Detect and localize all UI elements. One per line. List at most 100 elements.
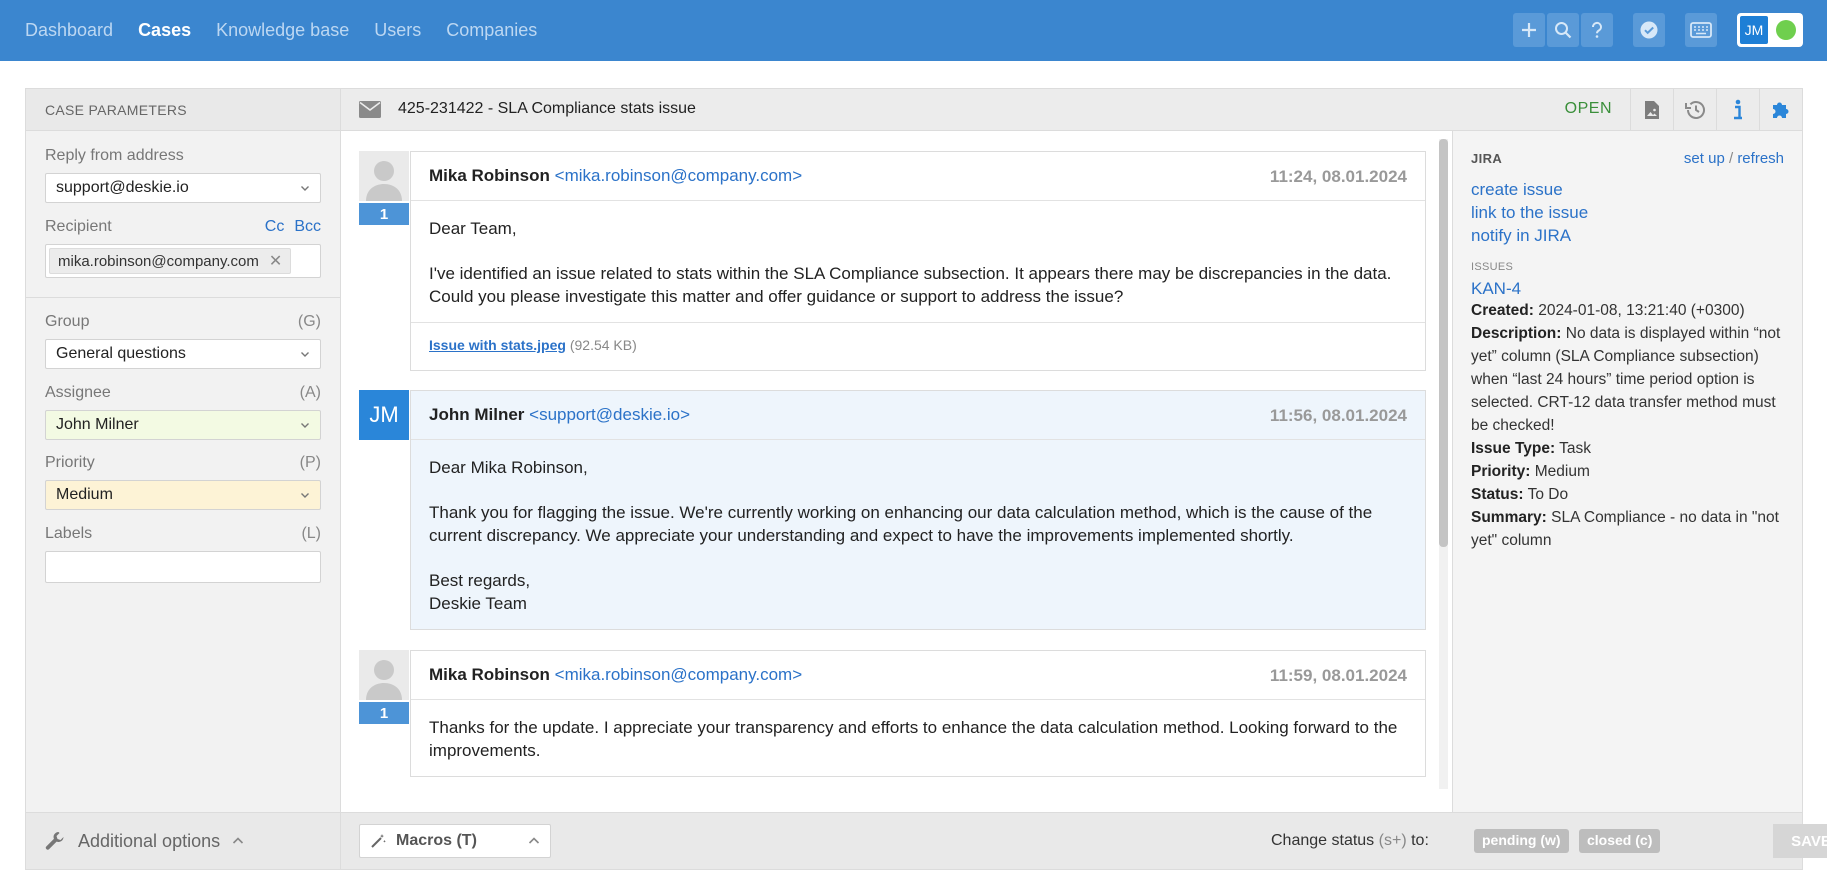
additional-options-toggle[interactable]: Additional options bbox=[26, 812, 340, 869]
attachment-link[interactable]: Issue with stats.jpeg bbox=[429, 337, 566, 353]
wrench-icon bbox=[45, 832, 64, 850]
case-panel: CASE PARAMETERS Reply from address suppo… bbox=[25, 88, 1827, 870]
nav-users[interactable]: Users bbox=[374, 20, 421, 41]
status-pending-button[interactable]: pending (w) bbox=[1474, 829, 1569, 853]
remove-recipient-icon[interactable]: ✕ bbox=[269, 251, 282, 271]
case-status[interactable]: OPEN bbox=[1565, 100, 1612, 118]
priority-value: Medium bbox=[56, 486, 113, 503]
document-image-icon bbox=[1645, 100, 1659, 119]
top-navigation-bar: Dashboard Cases Knowledge base Users Com… bbox=[0, 0, 1827, 61]
verified-button[interactable] bbox=[1633, 13, 1665, 47]
sender-avatar-box: 1 bbox=[359, 151, 409, 225]
magic-wand-icon bbox=[371, 834, 386, 848]
recipient-input[interactable]: mika.robinson@company.com ✕ bbox=[45, 244, 321, 278]
message-time: 11:56, 08.01.2024 bbox=[1269, 406, 1407, 425]
avatar bbox=[359, 151, 409, 201]
chevron-up-icon bbox=[528, 837, 540, 844]
sender-email[interactable]: <mika.robinson@company.com> bbox=[555, 665, 803, 684]
field-key: Priority: bbox=[1471, 463, 1531, 480]
issue-type: Issue Type: Task bbox=[1471, 437, 1784, 460]
case-title: 425-231422 - SLA Compliance stats issue bbox=[398, 100, 696, 117]
status-closed-button[interactable]: closed (c) bbox=[1579, 829, 1661, 853]
nav-knowledge-base[interactable]: Knowledge base bbox=[216, 20, 349, 41]
search-button[interactable] bbox=[1547, 13, 1579, 47]
message-card: Mika Robinson <mika.robinson@company.com… bbox=[410, 650, 1426, 777]
nav-companies[interactable]: Companies bbox=[446, 20, 537, 41]
issue-status: Status: To Do bbox=[1471, 483, 1784, 506]
link-issue-link[interactable]: link to the issue bbox=[1471, 201, 1784, 224]
issue-key-link[interactable]: KAN-4 bbox=[1471, 279, 1784, 299]
priority-select[interactable]: Medium bbox=[45, 480, 321, 510]
case-footer: Macros (T) Change status (s+) to: pendin… bbox=[341, 812, 1827, 869]
envelope-icon bbox=[359, 101, 381, 118]
notify-jira-link[interactable]: notify in JIRA bbox=[1471, 224, 1784, 247]
jira-panel: JIRA set up / refresh create issue link … bbox=[1452, 131, 1802, 812]
jira-refresh-link[interactable]: refresh bbox=[1737, 150, 1784, 167]
message-thread[interactable]: 1 Mika Robinson <mika.robinson@company.c… bbox=[341, 131, 1452, 812]
history-button[interactable] bbox=[1673, 89, 1716, 130]
additional-options-label: Additional options bbox=[78, 830, 221, 851]
message-thread-scrollbar[interactable] bbox=[1439, 139, 1448, 789]
scrollbar-thumb[interactable] bbox=[1439, 139, 1448, 547]
field-key: Status: bbox=[1471, 486, 1524, 503]
priority-field: Priority (P) Medium bbox=[45, 454, 321, 510]
avatar bbox=[359, 650, 409, 700]
sender-email[interactable]: <support@deskie.io> bbox=[529, 405, 690, 424]
keyboard-shortcuts-button[interactable] bbox=[1685, 13, 1717, 47]
create-issue-link[interactable]: create issue bbox=[1471, 178, 1784, 201]
bcc-link[interactable]: Bcc bbox=[294, 218, 321, 235]
recipient-label: Recipient bbox=[45, 218, 112, 235]
assignee-label: Assignee bbox=[45, 384, 111, 401]
message-paragraph: Thank you for flagging the issue. We're … bbox=[429, 503, 1373, 545]
help-button[interactable] bbox=[1581, 13, 1613, 47]
assignee-select[interactable]: John Milner bbox=[45, 410, 321, 440]
jira-title: JIRA bbox=[1471, 151, 1503, 166]
cc-link[interactable]: Cc bbox=[265, 218, 285, 235]
create-button[interactable] bbox=[1513, 13, 1545, 47]
message-paragraph: Dear Team, bbox=[429, 219, 517, 238]
priority-label: Priority bbox=[45, 454, 95, 471]
nav-dashboard[interactable]: Dashboard bbox=[25, 20, 113, 41]
sender-name: John Milner bbox=[429, 405, 525, 424]
history-icon bbox=[1685, 100, 1705, 119]
recipient-field: Recipient Cc Bcc mika.robinson@company.co… bbox=[45, 218, 321, 278]
save-button[interactable]: SAVE bbox=[1773, 824, 1827, 858]
pdf-export-button[interactable] bbox=[1630, 89, 1673, 130]
macros-label: Macros (T) bbox=[396, 832, 477, 849]
sender-name: Mika Robinson bbox=[429, 665, 550, 684]
message-time: 11:59, 08.01.2024 bbox=[1269, 666, 1407, 685]
case-parameters-sidebar: CASE PARAMETERS Reply from address suppo… bbox=[26, 89, 341, 869]
keyboard-icon bbox=[1690, 22, 1712, 38]
integrations-button[interactable] bbox=[1759, 89, 1802, 130]
sender-email[interactable]: <mika.robinson@company.com> bbox=[555, 166, 803, 185]
assignee-value: John Milner bbox=[56, 416, 139, 433]
field-key: Description: bbox=[1471, 325, 1562, 342]
labels-hotkey: (L) bbox=[301, 525, 321, 542]
nav-cases[interactable]: Cases bbox=[138, 20, 191, 41]
message-card: Mika Robinson <mika.robinson@company.com… bbox=[410, 151, 1426, 371]
group-hotkey: (G) bbox=[297, 313, 321, 330]
reply-from-select[interactable]: support@deskie.io bbox=[45, 173, 321, 203]
change-status-text: Change status bbox=[1271, 832, 1375, 849]
message-count-badge: 1 bbox=[359, 203, 409, 225]
reply-from-label: Reply from address bbox=[45, 147, 184, 164]
labels-label: Labels bbox=[45, 525, 93, 542]
case-header: 425-231422 - SLA Compliance stats issue … bbox=[341, 89, 1802, 131]
default-user-icon bbox=[366, 660, 402, 700]
labels-input[interactable] bbox=[45, 551, 321, 583]
info-button[interactable] bbox=[1716, 89, 1759, 130]
avatar: JM bbox=[1740, 16, 1768, 44]
field-value: Medium bbox=[1534, 463, 1590, 480]
message-paragraph: Thanks for the update. I appreciate your… bbox=[429, 718, 1398, 760]
macros-button[interactable]: Macros (T) bbox=[359, 824, 551, 858]
reply-from-value: support@deskie.io bbox=[56, 179, 189, 196]
sender-name: Mika Robinson bbox=[429, 166, 550, 185]
jira-setup-link[interactable]: set up bbox=[1684, 150, 1725, 167]
sender-avatar-box: 1 bbox=[359, 650, 409, 724]
group-select[interactable]: General questions bbox=[45, 339, 321, 369]
group-label: Group bbox=[45, 313, 90, 330]
user-menu[interactable]: JM bbox=[1737, 13, 1803, 47]
chevron-down-icon bbox=[301, 186, 309, 191]
case-header-actions bbox=[1630, 89, 1802, 130]
labels-field: Labels (L) bbox=[45, 525, 321, 583]
